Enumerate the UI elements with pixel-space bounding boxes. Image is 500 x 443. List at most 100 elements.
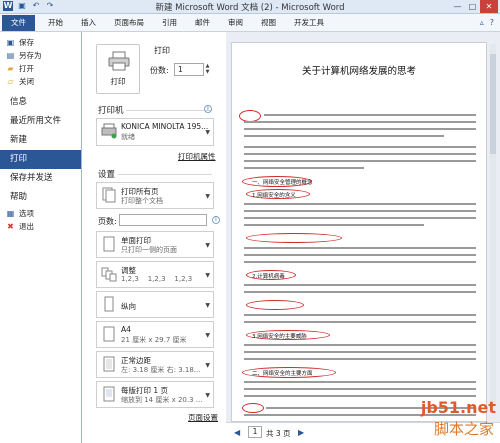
text-line: [244, 153, 476, 155]
section-heading: 3.网络安全的主要威胁: [252, 334, 307, 340]
orientation-dropdown[interactable]: 纵向 ▼: [96, 291, 214, 318]
help-icon[interactable]: ?: [490, 18, 494, 27]
nav-new[interactable]: 新建: [0, 131, 81, 150]
chevron-down-icon: ▼: [205, 271, 210, 279]
watermark-text: jb51.net: [420, 398, 496, 417]
text-line: [244, 291, 476, 293]
chevron-down-icon: ▼: [205, 241, 210, 249]
sides-dropdown[interactable]: 单面打印 只打印一侧的页面 ▼: [96, 231, 214, 258]
nav-open[interactable]: ▰ 打开: [0, 62, 81, 75]
collate-dropdown[interactable]: 调整 1,2,3 1,2,3 1,2,3 ▼: [96, 261, 214, 288]
ribbon-help-area: ▵ ?: [480, 18, 494, 27]
one-sided-icon: [103, 236, 115, 252]
copies-input[interactable]: 1: [174, 63, 204, 76]
maximize-button[interactable]: □: [465, 0, 480, 13]
tab-developer[interactable]: 开发工具: [285, 15, 333, 31]
text-line: [264, 114, 476, 116]
printer-heading: 打印机: [98, 106, 124, 116]
tab-view[interactable]: 视图: [252, 15, 285, 31]
nav-save-as[interactable]: ▤ 另存为: [0, 49, 81, 62]
collate-desc: 1,2,3 1,2,3 1,2,3: [121, 275, 193, 283]
pages-info-icon[interactable]: i: [212, 216, 220, 224]
nav-close[interactable]: ▱ 关闭: [0, 75, 81, 88]
print-button-label: 打印: [110, 77, 126, 86]
collate-icon: [101, 267, 117, 282]
tab-mailings[interactable]: 邮件: [186, 15, 219, 31]
nav-save-send[interactable]: 保存并发送: [0, 169, 81, 188]
print-settings-panel: 打印 打印 份数: 1 ▲ ▼ 打印机 i KONICA MINOLTA 195.…: [86, 32, 226, 443]
settings-divider: [118, 174, 212, 175]
nav-print[interactable]: 打印: [0, 150, 81, 169]
open-folder-icon: ▰: [7, 64, 14, 73]
text-line: [244, 284, 476, 286]
pages-per-sheet-icon: [103, 386, 115, 402]
nav-exit-label: 退出: [19, 222, 34, 231]
previous-page-icon[interactable]: ◀: [234, 428, 240, 437]
close-document-icon: ▱: [7, 77, 14, 86]
print-range-dropdown[interactable]: 打印所有页 打印整个文档 ▼: [96, 182, 214, 209]
printer-name: KONICA MINOLTA 195...: [121, 122, 209, 131]
chevron-down-icon: ▼: [205, 192, 210, 200]
current-page-input[interactable]: 1: [248, 426, 262, 438]
text-line: [244, 351, 476, 353]
print-preview: 关于计算机网络发展的思考 一、网络安全管理的概念 1.网络安全的含义 2.计算机…: [226, 32, 500, 443]
tab-insert[interactable]: 插入: [72, 15, 105, 31]
printer-icon: [101, 123, 117, 139]
text-line: [244, 135, 444, 137]
text-line: [244, 388, 476, 390]
settings-heading: 设置: [98, 170, 116, 180]
chevron-down-icon: ▼: [205, 391, 210, 399]
nav-options[interactable]: ▦ 选项: [0, 207, 81, 220]
printer-properties-link[interactable]: 打印机属性: [178, 151, 216, 162]
text-line: [244, 358, 476, 360]
section-heading: 二、网络安全的主要方面: [252, 371, 313, 377]
nav-exit[interactable]: ✖ 退出: [0, 220, 81, 233]
tab-page-layout[interactable]: 页面布局: [105, 15, 153, 31]
minimize-ribbon-icon[interactable]: ▵: [480, 18, 484, 27]
annotation-oval: [242, 403, 264, 413]
tab-review[interactable]: 审阅: [219, 15, 252, 31]
page-setup-link[interactable]: 页面设置: [188, 412, 218, 423]
tab-home[interactable]: 开始: [39, 15, 72, 31]
watermark-text-cn: 脚本之家: [433, 420, 494, 438]
backstage-nav: ▣ 保存 ▤ 另存为 ▰ 打开 ▱ 关闭 信息 最近所用文件 新建 打印 保存并发送 帮…: [0, 32, 82, 443]
nav-save[interactable]: ▣ 保存: [0, 36, 81, 49]
copies-stepper[interactable]: ▲ ▼: [204, 63, 211, 76]
printer-dropdown[interactable]: KONICA MINOLTA 195... 就绪 ▼: [96, 118, 214, 146]
orientation-title: 纵向: [121, 302, 136, 311]
printer-status: 就绪: [121, 133, 135, 141]
next-page-icon[interactable]: ▶: [298, 428, 304, 437]
page-count: 共 3 页: [266, 429, 291, 438]
print-button[interactable]: 打印: [96, 44, 140, 94]
paper-size-title: A4: [121, 325, 131, 334]
text-line: [244, 395, 476, 397]
text-line: [244, 247, 476, 249]
options-icon: ▦: [6, 209, 15, 218]
window-title: 新建 Microsoft Word 文档 (2) - Microsoft Wor…: [155, 3, 345, 13]
sides-desc: 只打印一侧的页面: [121, 246, 177, 254]
nav-help[interactable]: 帮助: [0, 188, 81, 207]
paper-size-dropdown[interactable]: A4 21 厘米 x 29.7 厘米 ▼: [96, 321, 214, 348]
section-heading: 一、网络安全管理的概念: [252, 180, 313, 186]
scroll-thumb[interactable]: [490, 54, 496, 154]
text-line: [244, 261, 476, 263]
text-line: [244, 160, 476, 162]
section-heading: 2.计算机病毒: [252, 274, 285, 280]
text-line: [244, 203, 476, 205]
pages-input[interactable]: [119, 214, 207, 226]
nav-recent[interactable]: 最近所用文件: [0, 112, 81, 131]
margins-dropdown[interactable]: 正常边距 左: 3.18 厘米 右: 3.18... ▼: [96, 351, 214, 378]
pages-per-sheet-dropdown[interactable]: 每版打印 1 页 缩放到 14 厘米 x 20.3 ... ▼: [96, 381, 214, 408]
annotation-oval: [246, 300, 304, 310]
preview-vertical-scrollbar[interactable]: [488, 34, 498, 414]
print-range-desc: 打印整个文档: [121, 197, 163, 205]
nav-info[interactable]: 信息: [0, 93, 81, 112]
printer-info-icon[interactable]: i: [204, 105, 212, 113]
tab-file[interactable]: 文件: [2, 14, 35, 31]
text-line: [244, 146, 476, 148]
tab-references[interactable]: 引用: [153, 15, 186, 31]
pages-label: 页数:: [98, 217, 117, 226]
minimize-button[interactable]: —: [450, 0, 465, 13]
close-button[interactable]: ✕: [480, 0, 498, 13]
margins-desc: 左: 3.18 厘米 右: 3.18...: [121, 366, 201, 374]
